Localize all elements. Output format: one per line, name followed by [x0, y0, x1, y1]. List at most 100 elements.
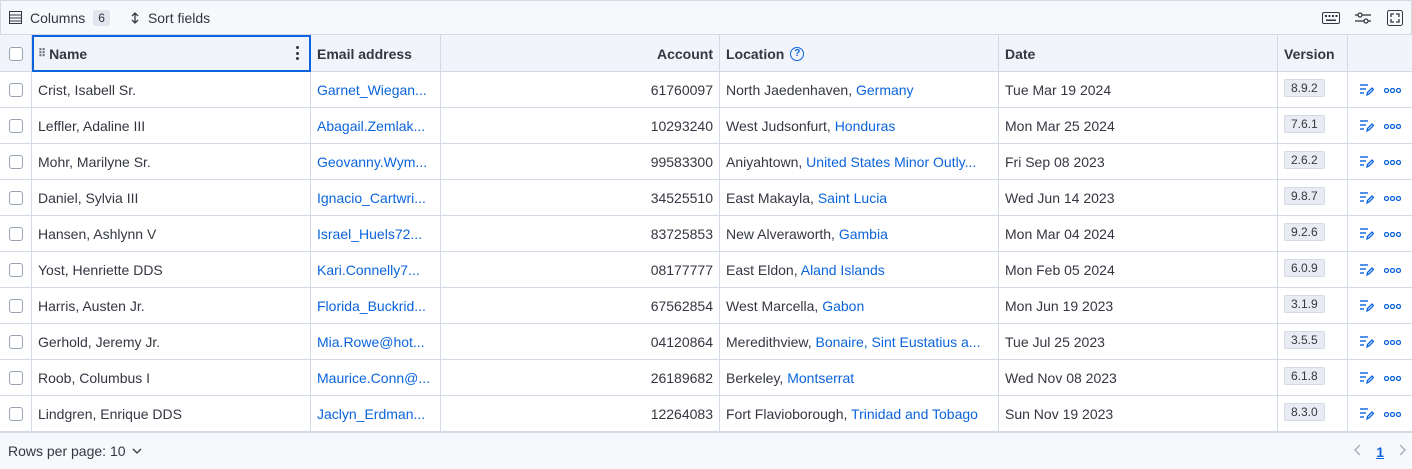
cell-email[interactable]: Kari.Connelly7...: [311, 252, 441, 288]
cell-version[interactable]: 3.5.5: [1278, 324, 1348, 360]
country-link[interactable]: Saint Lucia: [818, 190, 887, 206]
cell-date[interactable]: Wed Nov 08 2023: [999, 360, 1278, 396]
cell-version[interactable]: 9.2.6: [1278, 216, 1348, 252]
cell-name[interactable]: Crist, Isabell Sr.: [32, 72, 311, 108]
edit-icon[interactable]: [1359, 299, 1374, 313]
email-link[interactable]: Kari.Connelly7...: [317, 262, 431, 278]
cell-email[interactable]: Jaclyn_Erdman...: [311, 396, 441, 432]
row-checkbox[interactable]: [8, 119, 23, 133]
email-link[interactable]: Abagail.Zemlak...: [317, 118, 431, 134]
cell-email[interactable]: Garnet_Wiegan...: [311, 72, 441, 108]
cell-location[interactable]: North Jaedenhaven, Germany: [720, 72, 999, 108]
cell-email[interactable]: Maurice.Conn@...: [311, 360, 441, 396]
cell-account[interactable]: 83725853: [441, 216, 720, 252]
rows-per-page-select[interactable]: Rows per page: 10: [8, 443, 142, 459]
column-header-version[interactable]: Version: [1278, 35, 1348, 72]
cell-version[interactable]: 3.1.9: [1278, 288, 1348, 324]
cell-name[interactable]: Harris, Austen Jr.: [32, 288, 311, 324]
more-icon[interactable]: [1384, 339, 1401, 345]
edit-icon[interactable]: [1359, 83, 1374, 97]
cell-email[interactable]: Ignacio_Cartwri...: [311, 180, 441, 216]
cell-name[interactable]: Yost, Henriette DDS: [32, 252, 311, 288]
column-header-name[interactable]: ⠿ Name: [32, 35, 311, 72]
cell-name[interactable]: Gerhold, Jeremy Jr.: [32, 324, 311, 360]
sort-fields-button[interactable]: Sort fields: [130, 1, 210, 35]
cell-date[interactable]: Mon Jun 19 2023: [999, 288, 1278, 324]
row-checkbox[interactable]: [8, 263, 23, 277]
email-link[interactable]: Ignacio_Cartwri...: [317, 190, 431, 206]
cell-location[interactable]: Fort Flavioborough, Trinidad and Tobago: [720, 396, 999, 432]
country-link[interactable]: Germany: [856, 82, 914, 98]
cell-email[interactable]: Mia.Rowe@hot...: [311, 324, 441, 360]
more-icon[interactable]: [1384, 411, 1401, 417]
edit-icon[interactable]: [1359, 263, 1374, 277]
cell-version[interactable]: 7.6.1: [1278, 108, 1348, 144]
drag-handle-icon[interactable]: ⠿: [38, 47, 46, 60]
more-icon[interactable]: [1384, 123, 1401, 129]
cell-date[interactable]: Mon Feb 05 2024: [999, 252, 1278, 288]
row-checkbox[interactable]: [8, 83, 23, 97]
display-settings-icon[interactable]: [1353, 8, 1373, 28]
cell-date[interactable]: Wed Jun 14 2023: [999, 180, 1278, 216]
country-link[interactable]: Gambia: [839, 226, 888, 242]
more-icon[interactable]: [1384, 195, 1401, 201]
cell-version[interactable]: 9.8.7: [1278, 180, 1348, 216]
edit-icon[interactable]: [1359, 155, 1374, 169]
email-link[interactable]: Israel_Huels72...: [317, 226, 431, 242]
edit-icon[interactable]: [1359, 119, 1374, 133]
cell-date[interactable]: Tue Jul 25 2023: [999, 324, 1278, 360]
cell-location[interactable]: Meredithview, Bonaire, Sint Eustatius a.…: [720, 324, 999, 360]
cell-account[interactable]: 12264083: [441, 396, 720, 432]
cell-name[interactable]: Lindgren, Enrique DDS: [32, 396, 311, 432]
cell-account[interactable]: 34525510: [441, 180, 720, 216]
cell-account[interactable]: 99583300: [441, 144, 720, 180]
row-checkbox[interactable]: [8, 191, 23, 205]
country-link[interactable]: Aland Islands: [801, 262, 885, 278]
edit-icon[interactable]: [1359, 371, 1374, 385]
country-link[interactable]: United States Minor Outly...: [806, 154, 976, 170]
cell-location[interactable]: New Alveraworth, Gambia: [720, 216, 999, 252]
more-icon[interactable]: [1384, 87, 1401, 93]
row-checkbox[interactable]: [8, 227, 23, 241]
country-link[interactable]: Trinidad and Tobago: [851, 406, 978, 422]
email-link[interactable]: Jaclyn_Erdman...: [317, 406, 431, 422]
cell-email[interactable]: Geovanny.Wym...: [311, 144, 441, 180]
cell-version[interactable]: 8.3.0: [1278, 396, 1348, 432]
column-header-date[interactable]: Date: [999, 35, 1278, 72]
cell-location[interactable]: West Judsonfurt, Honduras: [720, 108, 999, 144]
page-number-current[interactable]: 1: [1376, 444, 1384, 460]
country-link[interactable]: Gabon: [822, 298, 864, 314]
email-link[interactable]: Geovanny.Wym...: [317, 154, 431, 170]
country-link[interactable]: Honduras: [835, 118, 896, 134]
cell-location[interactable]: West Marcella, Gabon: [720, 288, 999, 324]
column-header-account[interactable]: Account: [441, 35, 720, 72]
email-link[interactable]: Maurice.Conn@...: [317, 370, 431, 386]
cell-name[interactable]: Hansen, Ashlynn V: [32, 216, 311, 252]
cell-account[interactable]: 26189682: [441, 360, 720, 396]
fullscreen-icon[interactable]: [1385, 8, 1405, 28]
cell-version[interactable]: 2.6.2: [1278, 144, 1348, 180]
row-checkbox[interactable]: [8, 155, 23, 169]
column-menu-icon[interactable]: [296, 46, 300, 60]
cell-location[interactable]: East Makayla, Saint Lucia: [720, 180, 999, 216]
chevron-right-icon[interactable]: [1398, 443, 1406, 461]
cell-account[interactable]: 67562854: [441, 288, 720, 324]
cell-account[interactable]: 04120864: [441, 324, 720, 360]
cell-account[interactable]: 08177777: [441, 252, 720, 288]
column-header-location[interactable]: Location ?: [720, 35, 999, 72]
cell-location[interactable]: Berkeley, Montserrat: [720, 360, 999, 396]
column-header-email[interactable]: Email address: [311, 35, 441, 72]
more-icon[interactable]: [1384, 231, 1401, 237]
cell-name[interactable]: Daniel, Sylvia III: [32, 180, 311, 216]
edit-icon[interactable]: [1359, 407, 1374, 421]
cell-date[interactable]: Mon Mar 25 2024: [999, 108, 1278, 144]
cell-name[interactable]: Mohr, Marilyne Sr.: [32, 144, 311, 180]
cell-version[interactable]: 8.9.2: [1278, 72, 1348, 108]
email-link[interactable]: Florida_Buckrid...: [317, 298, 431, 314]
country-link[interactable]: Bonaire, Sint Eustatius a...: [815, 334, 980, 350]
cell-version[interactable]: 6.1.8: [1278, 360, 1348, 396]
more-icon[interactable]: [1384, 159, 1401, 165]
cell-name[interactable]: Roob, Columbus I: [32, 360, 311, 396]
cell-email[interactable]: Florida_Buckrid...: [311, 288, 441, 324]
row-checkbox[interactable]: [8, 407, 23, 421]
